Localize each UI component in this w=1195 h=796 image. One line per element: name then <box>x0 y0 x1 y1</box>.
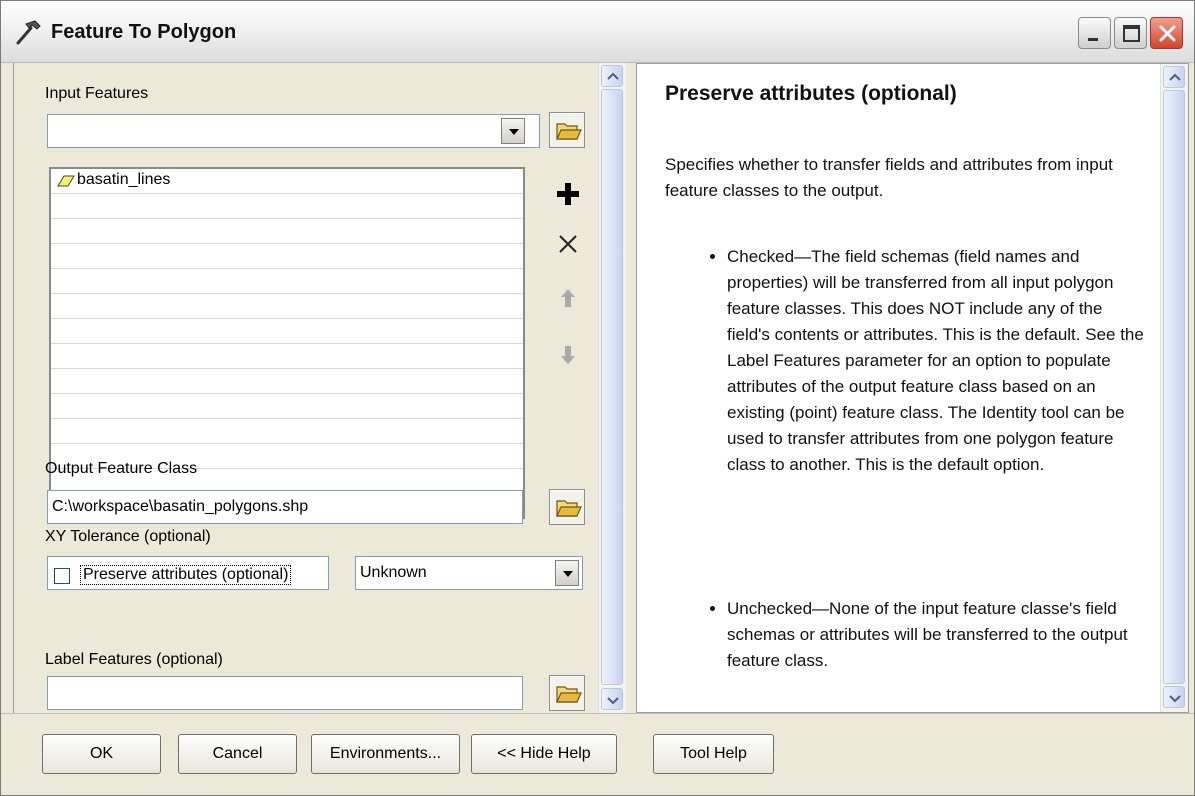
help-scrollbar[interactable] <box>1160 64 1188 712</box>
folder-open-icon <box>556 686 582 703</box>
button-bar: OK Cancel Environments... << Hide Help T… <box>1 713 1194 795</box>
browse-input-button[interactable] <box>549 112 585 148</box>
list-row-empty <box>51 194 523 219</box>
chevron-up-icon <box>607 72 619 80</box>
input-features-dropdown-button[interactable] <box>501 118 525 144</box>
chevron-down-icon <box>607 697 619 705</box>
list-row-empty <box>51 244 523 269</box>
maximize-button[interactable] <box>1114 17 1147 49</box>
folder-open-icon <box>556 123 582 140</box>
help-bullet-unchecked: Unchecked—None of the input feature clas… <box>727 596 1145 674</box>
folder-open-icon <box>556 500 582 517</box>
preserve-attributes-checkbox[interactable] <box>54 568 70 584</box>
move-down-button[interactable] <box>549 336 585 372</box>
hide-help-button[interactable]: << Hide Help <box>471 734 617 774</box>
unit-dropdown-button[interactable] <box>555 560 579 586</box>
help-intro: Specifies whether to transfer fields and… <box>665 155 1113 200</box>
environments-button[interactable]: Environments... <box>311 734 460 774</box>
input-features-label: Input Features <box>45 85 149 102</box>
minimize-icon <box>1088 38 1098 41</box>
chevron-down-icon <box>1169 695 1181 703</box>
list-item[interactable]: basatin_lines <box>51 169 523 194</box>
output-feature-class-field[interactable]: C:\workspace\basatin_polygons.shp <box>47 490 523 524</box>
browse-output-button[interactable] <box>549 489 585 525</box>
browse-label-button[interactable] <box>549 675 585 711</box>
close-icon <box>1159 25 1176 42</box>
help-panel: Preserve attributes (optional) Specifies… <box>636 63 1189 713</box>
maximize-icon <box>1123 25 1140 42</box>
help-title: Preserve attributes (optional) <box>665 82 957 105</box>
move-up-button[interactable] <box>549 279 585 315</box>
parameters-panel: Input Features basatin_lines Output Feat… <box>13 63 630 713</box>
output-feature-class-label: Output Feature Class <box>45 460 198 477</box>
help-bullet-list: Checked—The field schemas (field names a… <box>665 244 1145 478</box>
remove-item-button[interactable] <box>549 225 585 261</box>
close-button[interactable] <box>1150 17 1183 49</box>
cancel-button[interactable]: Cancel <box>178 734 297 774</box>
scroll-down-button[interactable] <box>601 688 623 710</box>
list-row-empty <box>51 269 523 294</box>
scroll-up-button[interactable] <box>601 65 623 87</box>
list-row-empty <box>51 294 523 319</box>
parameters-scrollbar[interactable] <box>598 63 626 713</box>
help-bullet-checked: Checked—The field schemas (field names a… <box>727 244 1145 478</box>
input-features-field[interactable] <box>47 114 540 148</box>
label-features-field[interactable] <box>47 676 523 710</box>
arrow-down-icon <box>561 346 575 364</box>
chevron-up-icon <box>1169 73 1181 81</box>
minimize-button[interactable] <box>1078 17 1111 49</box>
list-row-empty <box>51 219 523 244</box>
xy-tolerance-unit-select[interactable]: Unknown <box>355 556 583 590</box>
list-row-empty <box>51 394 523 419</box>
title-bar[interactable]: Feature To Polygon <box>1 1 1194 63</box>
ok-button[interactable]: OK <box>42 734 161 774</box>
hammer-icon <box>13 17 43 47</box>
line-feature-icon <box>56 174 76 193</box>
feature-to-polygon-dialog: Feature To Polygon Input Features basati… <box>0 0 1195 796</box>
plus-icon <box>557 183 579 205</box>
help-scroll-down-button[interactable] <box>1163 686 1185 708</box>
list-row-empty <box>51 344 523 369</box>
label-features-label: Label Features (optional) <box>45 651 223 668</box>
list-row-empty <box>51 369 523 394</box>
delete-x-icon <box>559 235 577 253</box>
help-scroll-up-button[interactable] <box>1163 66 1185 88</box>
list-row-empty <box>51 419 523 444</box>
tool-help-button[interactable]: Tool Help <box>653 734 774 774</box>
window-title: Feature To Polygon <box>51 21 237 43</box>
list-row-empty <box>51 319 523 344</box>
xy-tolerance-label: XY Tolerance (optional) <box>45 528 211 545</box>
scroll-thumb[interactable] <box>601 89 623 685</box>
add-item-button[interactable] <box>549 175 585 211</box>
help-scroll-thumb[interactable] <box>1163 90 1185 684</box>
preserve-attributes-label[interactable]: Preserve attributes (optional) <box>80 565 292 585</box>
arrow-up-icon <box>561 289 575 307</box>
list-item-label: basatin_lines <box>77 171 171 188</box>
help-bullet-list: Unchecked—None of the input feature clas… <box>665 596 1145 674</box>
